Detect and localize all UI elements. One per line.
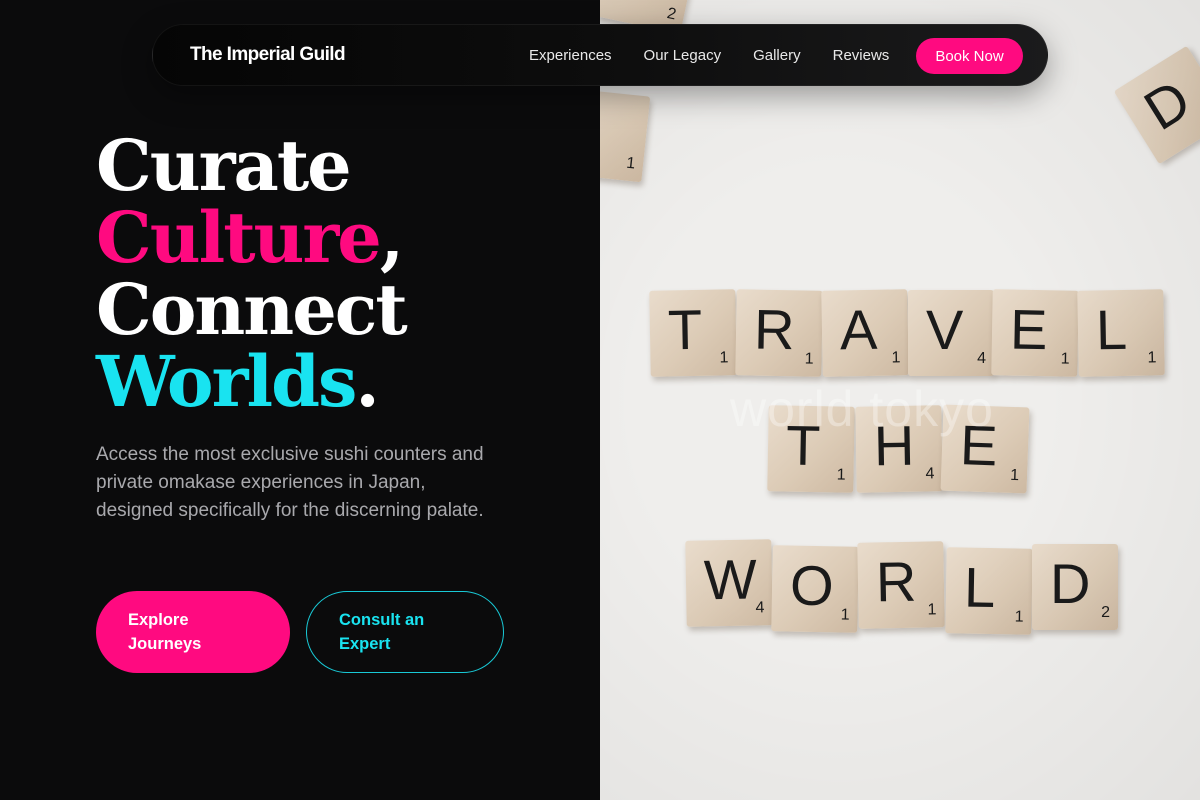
tile-score: 1: [891, 349, 901, 367]
headline-period: .: [355, 340, 379, 423]
headline-word-worlds: Worlds: [96, 340, 357, 423]
tile-score: 1: [719, 349, 729, 367]
tile-score: 1: [836, 466, 846, 484]
tile-letter: O: [789, 553, 835, 618]
brand-logo[interactable]: The Imperial Guild: [190, 44, 346, 66]
tile-letter: D: [1050, 552, 1091, 615]
tile-letter: E: [1009, 297, 1048, 362]
nav-link-experiences[interactable]: Experiences: [529, 47, 612, 64]
tile-score: 1: [804, 350, 814, 368]
headline-line-curate: Curate: [96, 124, 352, 207]
hero-image: T 1 R 1 A 1 V 4 E 1 L 1 T 1 H 4 E 1 W 4 O 1 R 1 L 1 D 2 D 2 1 world tok…: [600, 0, 1200, 800]
tile-score: 1: [1060, 350, 1070, 368]
letter-tile: L1: [1077, 289, 1165, 377]
tile-letter: D: [1133, 67, 1200, 142]
letter-tile: L1: [945, 547, 1033, 635]
tile-letter: R: [753, 297, 796, 362]
tile-letter: W: [703, 547, 758, 612]
letter-tile: D2: [1032, 544, 1118, 630]
tile-score: 2: [665, 5, 678, 24]
tile-score: 4: [977, 350, 986, 367]
letter-tile: V4: [908, 290, 994, 376]
headline-line-culture: Culture,: [96, 202, 406, 274]
tile-letter: L: [963, 555, 996, 620]
nav-links: Experiences Our Legacy Gallery Reviews: [529, 47, 921, 64]
headline-word-culture: Culture: [96, 196, 382, 279]
tile-score: 4: [925, 465, 935, 483]
tile-score: 1: [1014, 608, 1024, 626]
hero-subtitle: Access the most exclusive sushi counters…: [96, 444, 484, 521]
tile-score: 1: [625, 154, 637, 173]
tile-score: 1: [840, 606, 850, 624]
tile-score: 1: [927, 601, 937, 619]
tile-score: 4: [755, 599, 765, 617]
hero-panel: Curate Culture, Connect Worlds. Access t…: [0, 0, 600, 800]
letter-tile: R1: [735, 289, 823, 377]
nav-link-reviews[interactable]: Reviews: [833, 47, 890, 64]
tile-letter: L: [1095, 297, 1128, 362]
image-watermark: world tokyo: [730, 381, 994, 437]
tile-letter: R: [875, 549, 917, 614]
top-navbar: The Imperial Guild Experiences Our Legac…: [152, 24, 1048, 86]
explore-journeys-label: Explore Journeys: [128, 611, 202, 653]
letter-tile: D: [1113, 45, 1200, 165]
book-now-button[interactable]: Book Now: [916, 38, 1023, 74]
tile-letter: V: [926, 298, 964, 361]
letter-tile: 1: [600, 87, 651, 183]
letter-tile: A1: [821, 289, 909, 377]
headline-comma: ,: [379, 196, 404, 279]
tile-score: 1: [1009, 466, 1020, 485]
letter-tile: E1: [991, 289, 1079, 377]
tile-letter: A: [839, 297, 878, 362]
letter-tile: O1: [771, 545, 859, 633]
hero-headline: Curate Culture, Connect Worlds.: [96, 124, 408, 418]
headline-line-connect: Connect: [96, 268, 408, 351]
nav-link-gallery[interactable]: Gallery: [753, 47, 801, 64]
headline-line-worlds: Worlds.: [96, 346, 406, 418]
letter-tile: W4: [685, 539, 773, 627]
explore-journeys-button[interactable]: Explore Journeys: [96, 591, 290, 673]
tile-letter: T: [667, 297, 703, 362]
tile-score: 1: [1147, 349, 1157, 367]
nav-link-our-legacy[interactable]: Our Legacy: [644, 47, 722, 64]
letter-tile: T1: [649, 289, 737, 377]
consult-expert-button[interactable]: Consult an Expert: [306, 591, 504, 673]
consult-expert-label: Consult an Expert: [339, 611, 425, 653]
tile-score: 2: [1101, 604, 1110, 621]
letter-tile: R1: [857, 541, 945, 629]
